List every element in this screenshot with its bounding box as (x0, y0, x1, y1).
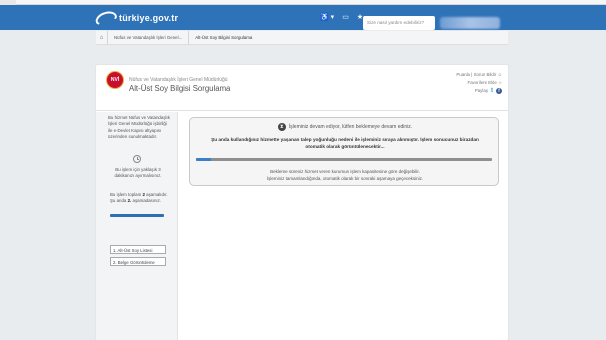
steps-current: 2. (127, 198, 132, 203)
wait-note-line-2: İşleminiz tamamlandığında, otomatik olar… (266, 175, 424, 181)
nvi-logo: NVİ (106, 71, 124, 89)
accessibility-icon[interactable]: ♿ ▾ (320, 13, 334, 21)
wait-heading-text: İşleminiz devam ediyor, lütfen beklemeye… (288, 124, 413, 130)
clock-icon (133, 155, 141, 163)
step-progress-fill (110, 214, 164, 217)
rate-report-link[interactable]: Puanla | Sorun Bildir (456, 72, 496, 77)
home-icon[interactable]: ⌂ (96, 30, 108, 45)
user-account-menu[interactable] (440, 17, 500, 29)
service-header: NVİ Nüfus ve Vatandaşlık İşleri Genel Mü… (96, 65, 508, 111)
step-progress-bar (110, 214, 164, 217)
turkiye-gov-logo[interactable]: türkiye.gov.tr (93, 8, 179, 27)
service-card: NVİ Nüfus ve Vatandaşlık İşleri Genel Mü… (96, 65, 508, 340)
steps-total-suffix: aşamalıdır. (146, 192, 168, 197)
estimated-time-text: Bu işlem için yaklaşık 3 dakikanızı ayır… (114, 167, 162, 178)
star-outline-icon: ☆ (498, 80, 502, 85)
left-sidebar: Bu hizmet Nüfus ve Vatandaşlık İşleri Ge… (96, 112, 178, 340)
top-navigation-bar: türkiye.gov.tr ♿ ▾ ▭ ★ Size nasıl yardım… (0, 5, 606, 30)
steps-current-suffix: aşamadasınız. (132, 198, 162, 203)
queue-progress-bar (196, 158, 492, 161)
queue-message: Şu anda kullandığınız hizmette yaşanan t… (211, 137, 479, 149)
logo-swoosh-icon (93, 8, 119, 27)
step-item-1[interactable]: 1. Alt-Üst Soy Listesi (110, 245, 166, 254)
twitter-icon[interactable]: t (491, 87, 493, 95)
steps-total-prefix: Bu işlem toplam (110, 192, 142, 197)
step-item-2[interactable]: 2. Belge Görüntüleme (110, 257, 166, 266)
queue-wait-panel: ⧗ İşleminiz devam ediyor, lütfen bekleme… (189, 117, 499, 186)
search-input[interactable]: Size nasıl yardım edebiliriz? (363, 16, 435, 30)
share-label: Paylaş (474, 88, 488, 93)
add-favorite-link[interactable]: Favorilere Ekle (468, 80, 497, 85)
facebook-icon[interactable]: f (496, 88, 502, 94)
breadcrumb: ⌂ Nüfus ve Vatandaşlık İşleri Genel... A… (96, 30, 508, 45)
service-intro-text: Bu hizmet Nüfus ve Vatandaşlık İşleri Ge… (108, 115, 170, 139)
wait-note: Bekleme süreniz hizmet veren kurumun işl… (190, 169, 500, 182)
hourglass-icon: ⧗ (277, 123, 286, 131)
wait-heading: ⧗ İşleminiz devam ediyor, lütfen bekleme… (190, 123, 500, 131)
smiley-icon: ☺ (497, 72, 502, 77)
breadcrumb-item-institution[interactable]: Nüfus ve Vatandaşlık İşleri Genel... (108, 30, 190, 45)
id-card-icon[interactable]: ▭ (342, 13, 349, 21)
service-institution[interactable]: Nüfus ve Vatandaşlık İşleri Genel Müdürl… (129, 77, 228, 83)
step-info: Bu işlem toplam 2 aşamalıdır. Şu anda 2.… (110, 192, 170, 204)
steps-total: 2 (142, 192, 145, 197)
steps-current-prefix: Şu anda (110, 198, 127, 203)
breadcrumb-item-service[interactable]: Alt-Üst Soy Bilgisi Sorgulama (189, 31, 258, 45)
header-icons: ♿ ▾ ▭ ★ (320, 13, 363, 21)
logo-text: türkiye.gov.tr (119, 12, 179, 23)
queue-progress-fill (196, 158, 211, 161)
page-title: Alt-Üst Soy Bilgisi Sorgulama (129, 84, 231, 93)
service-actions: Puanla | Sorun Bildir ☺ Favorilere Ekle … (456, 71, 502, 95)
